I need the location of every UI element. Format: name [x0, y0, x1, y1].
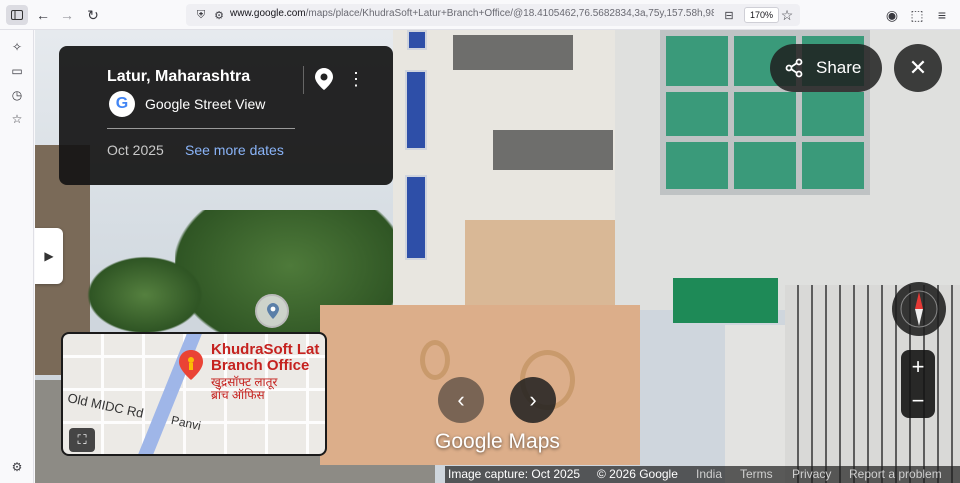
share-label: Share	[816, 58, 862, 77]
google-icon: G	[109, 91, 135, 117]
street-view-label: Google Street View	[145, 96, 266, 112]
zoom-out-button[interactable]: −	[901, 384, 935, 418]
account-icon[interactable]: ◉	[881, 5, 903, 25]
navigate-back-button[interactable]: ‹	[438, 377, 484, 423]
pin-icon[interactable]	[315, 68, 333, 90]
see-more-dates-link[interactable]: See more dates	[185, 142, 284, 158]
place-name-line1: KhudraSoft Lat	[211, 341, 320, 358]
privacy-link[interactable]: Privacy	[792, 467, 831, 481]
menu-icon[interactable]: ≡	[931, 5, 953, 25]
street-view-panorama[interactable]: Google Maps Latur, Maharashtra ⋮ G Googl…	[35, 30, 960, 483]
fullscreen-map-button[interactable]: ⛶	[69, 428, 95, 452]
attribution-footer: Image capture: Oct 2025 © 2026 Google In…	[445, 466, 960, 483]
mini-map[interactable]: Old MIDC Rd Panvi KhudraSoft Lat Branch O…	[61, 332, 327, 456]
synced-tabs-icon[interactable]: ▭	[8, 62, 26, 80]
pegman-icon	[267, 303, 279, 319]
ai-chat-icon[interactable]: ✧	[8, 38, 26, 56]
green-sign	[673, 278, 778, 323]
browser-toolbar: ← → ↻ ⛨ ⚙ www.google.com/maps/place/Khud…	[0, 0, 960, 30]
place-name: KhudraSoft Lat Branch Office	[211, 342, 319, 374]
place-marker-icon[interactable]	[179, 350, 203, 380]
divider	[303, 66, 304, 94]
image-capture-date: Image capture: Oct 2025	[448, 467, 581, 481]
bookmarks-icon[interactable]: ☆	[8, 110, 26, 128]
url-text[interactable]: www.google.com/maps/place/KhudraSoft+Lat…	[230, 8, 714, 19]
nearby-location-marker[interactable]	[255, 294, 289, 328]
url-path: /maps/place/KhudraSoft+Latur+Branch+Offi…	[305, 8, 714, 19]
capture-date: Oct 2025	[107, 142, 164, 158]
country-link[interactable]: India	[696, 467, 722, 481]
compass-icon	[900, 290, 938, 328]
trees-small	[85, 255, 205, 335]
compass-button[interactable]	[892, 282, 946, 336]
sidebar-toggle-icon[interactable]	[6, 5, 28, 25]
back-icon[interactable]: ←	[32, 5, 54, 25]
separator	[107, 128, 295, 129]
share-button[interactable]: Share	[770, 44, 882, 92]
star-icon[interactable]: ☆	[776, 5, 798, 25]
street-view-info-panel: Latur, Maharashtra ⋮ G Google Street Vie…	[59, 46, 393, 185]
navigate-forward-button[interactable]: ›	[510, 377, 556, 423]
settings-icon[interactable]: ⚙	[8, 458, 26, 476]
reload-icon[interactable]: ↻	[82, 5, 104, 25]
zoom-controls: + −	[901, 350, 935, 418]
reader-icon[interactable]: ⊟	[718, 5, 740, 25]
expand-panel-button[interactable]: ▶	[35, 228, 63, 284]
place-name-hindi: खुद्रसॉफ्ट लातूर ब्रांच ऑफिस	[211, 376, 277, 402]
browser-sidebar: ✧ ▭ ◷ ☆ ⚙	[0, 30, 34, 483]
location-title: Latur, Maharashtra	[107, 68, 251, 85]
google-maps-watermark: Google Maps	[435, 430, 560, 453]
terms-link[interactable]: Terms	[740, 467, 773, 481]
page-info-icon[interactable]: ⚙	[208, 5, 230, 25]
place-name-hindi-line2: ब्रांच ऑफिस	[211, 388, 265, 402]
place-name-line2: Branch Office	[211, 357, 310, 374]
zoom-in-button[interactable]: +	[901, 350, 935, 384]
forward-icon[interactable]: →	[56, 5, 78, 25]
more-options-icon[interactable]: ⋮	[347, 68, 365, 90]
url-bar[interactable]: ⛨ ⚙ www.google.com/maps/place/KhudraSoft…	[186, 4, 800, 26]
share-icon	[785, 58, 803, 78]
close-button[interactable]: ✕	[894, 44, 942, 92]
url-domain: www.google.com	[230, 8, 306, 19]
history-icon[interactable]: ◷	[8, 86, 26, 104]
report-problem-link[interactable]: Report a problem	[849, 467, 942, 481]
zoom-level-badge[interactable]: 170%	[744, 7, 780, 23]
copyright: © 2026 Google	[597, 467, 678, 481]
extensions-icon[interactable]: ⬚	[906, 5, 928, 25]
